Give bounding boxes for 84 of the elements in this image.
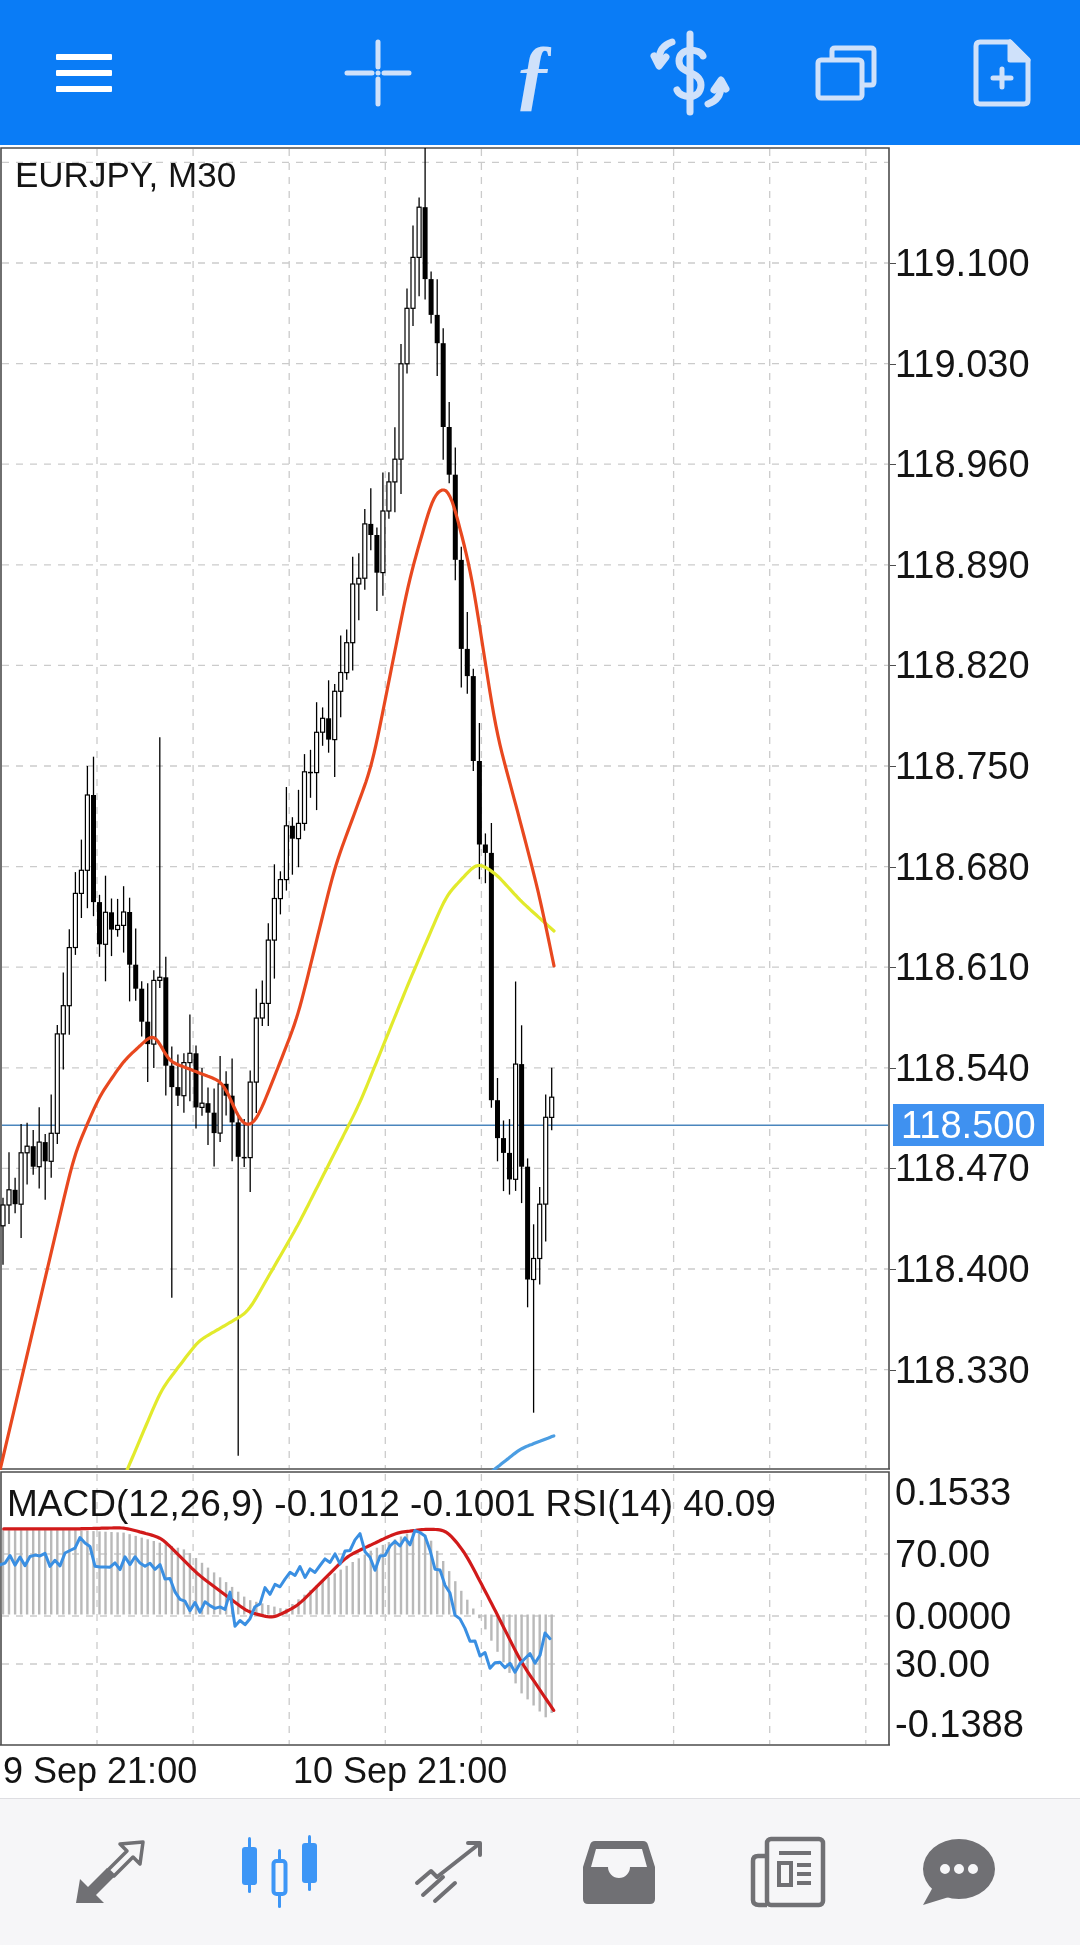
histogram-bar: [448, 1571, 451, 1615]
candlestick-icon: [241, 1834, 318, 1909]
axis-label: 0.1533: [895, 1471, 1012, 1513]
diagonal-arrows-icon: [74, 1838, 146, 1905]
price-label: 118.610: [895, 946, 1030, 989]
histogram-bar: [375, 1547, 379, 1615]
histogram-bar: [182, 1549, 186, 1615]
price-label: 118.820: [895, 644, 1030, 687]
current-price-label: 118.500: [893, 1104, 1044, 1147]
function-button[interactable]: ƒ: [474, 17, 594, 128]
histogram-bar: [194, 1558, 198, 1615]
overlapping-squares-icon: [815, 44, 877, 101]
price-label: 119.030: [895, 342, 1030, 385]
histogram-bar: [490, 1614, 493, 1641]
axis-label: 70.00: [895, 1533, 991, 1575]
histogram-bar: [255, 1601, 258, 1615]
histogram-bar: [333, 1573, 336, 1615]
histogram-bar: [303, 1594, 306, 1615]
menu-icon: [56, 53, 112, 92]
histogram-bar: [339, 1569, 342, 1615]
histogram-bar: [496, 1614, 499, 1652]
axis-label: -0.1388: [895, 1703, 1024, 1745]
histogram-bar: [164, 1544, 167, 1615]
price-label: 118.680: [895, 845, 1030, 888]
histogram-bar: [345, 1565, 348, 1615]
price-label: 118.400: [895, 1248, 1030, 1290]
histogram-bar: [267, 1605, 270, 1615]
histogram-bar: [436, 1550, 439, 1615]
histogram-bar: [176, 1547, 180, 1615]
histogram-bar: [243, 1596, 246, 1615]
price-label: 118.960: [895, 443, 1030, 486]
histogram-bar: [200, 1562, 204, 1615]
histogram-bar: [369, 1550, 372, 1615]
histogram-bar: [188, 1553, 192, 1615]
price-label: 119.100: [895, 242, 1030, 284]
histogram-bar: [327, 1577, 330, 1615]
histogram-bar: [321, 1580, 324, 1615]
time-label: 9 Sep 21:00: [3, 1750, 198, 1792]
price-label: 118.540: [895, 1046, 1030, 1089]
histogram-bar: [472, 1608, 475, 1615]
chat-bubble-icon: [920, 1836, 995, 1907]
histogram-bar: [381, 1544, 385, 1615]
histogram-bar: [279, 1608, 282, 1615]
histogram-bar: [261, 1603, 264, 1615]
histogram-bar: [218, 1577, 222, 1615]
histogram-bar: [230, 1586, 234, 1615]
histogram-bar: [309, 1590, 312, 1615]
histogram-bar: [351, 1562, 354, 1615]
histogram-bar: [291, 1604, 294, 1615]
histogram-bar: [442, 1561, 445, 1615]
time-label: 10 Sep 21:00: [293, 1750, 508, 1792]
price-label: 118.330: [895, 1348, 1030, 1391]
symbol-label: EURJPY, M30: [15, 155, 237, 195]
newspaper-icon: [750, 1835, 827, 1908]
histogram-bar: [237, 1591, 240, 1615]
histogram-bar: [315, 1585, 318, 1615]
histogram-bar: [285, 1608, 288, 1615]
histogram-bar: [357, 1558, 360, 1615]
indicator-legend: MACD(12,26,9) -0.1012 -0.1001: [7, 1483, 536, 1524]
histogram-bar: [484, 1614, 487, 1630]
histogram-bar: [224, 1582, 228, 1615]
histogram-bar: [514, 1614, 517, 1684]
histogram-bar: [460, 1590, 463, 1615]
histogram-bar: [363, 1554, 366, 1615]
document-plus-icon: [973, 38, 1031, 107]
histogram-bar: [212, 1572, 216, 1615]
inbox-icon: [582, 1838, 655, 1905]
histogram-bar: [170, 1546, 173, 1615]
histogram-bar: [249, 1600, 252, 1615]
price-label: 118.890: [895, 543, 1030, 586]
axis-label: 30.00: [895, 1643, 991, 1685]
histogram-bar: [297, 1599, 300, 1615]
indicator-legend: RSI(14) 40.09: [545, 1483, 776, 1524]
histogram-bar: [502, 1614, 505, 1663]
price-label: 118.470: [895, 1147, 1030, 1190]
histogram-bar: [454, 1581, 457, 1615]
crosshair-icon: [344, 38, 412, 107]
axis-label: 0.0000: [895, 1595, 1012, 1637]
histogram-bar: [273, 1606, 276, 1615]
histogram-bar: [466, 1599, 469, 1615]
histogram-bar: [478, 1614, 481, 1619]
histogram-bar: [206, 1567, 210, 1615]
histogram-bar: [508, 1614, 511, 1673]
price-label: 118.750: [895, 745, 1030, 787]
